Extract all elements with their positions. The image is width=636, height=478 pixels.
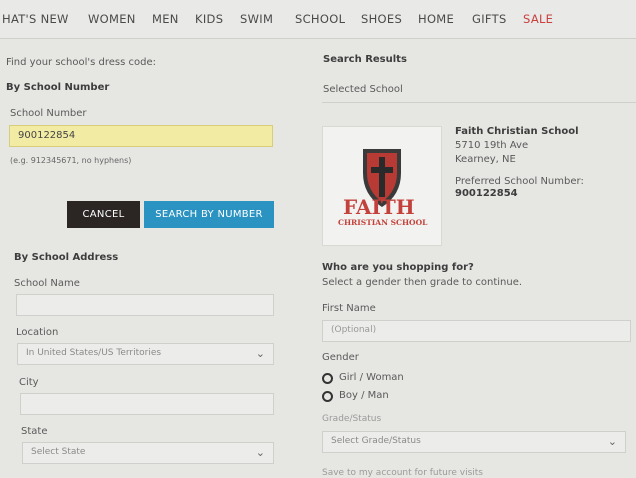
preferred-number-label: Preferred School Number: bbox=[455, 176, 584, 187]
state-value: Select State bbox=[31, 447, 86, 457]
school-number-label: School Number bbox=[10, 108, 87, 119]
school-logo: FAITH CHRISTIAN SCHOOL bbox=[322, 126, 442, 246]
state-select[interactable]: Select State ⌄ bbox=[22, 442, 274, 464]
grade-value: Select Grade/Status bbox=[331, 436, 421, 446]
school-name-label: School Name bbox=[14, 278, 80, 289]
school-number-input[interactable]: 900122854 bbox=[9, 125, 273, 147]
nav-gifts[interactable]: GIFTS bbox=[472, 12, 507, 26]
school-search-form: Find your school's dress code: By School… bbox=[0, 40, 300, 477]
shield-icon bbox=[363, 149, 401, 207]
grade-select[interactable]: Select Grade/Status ⌄ bbox=[322, 431, 626, 453]
divider bbox=[322, 102, 636, 103]
school-address-line1: 5710 19th Ave bbox=[455, 140, 529, 151]
preferred-number-value: 900122854 bbox=[455, 188, 518, 199]
school-name-input[interactable] bbox=[16, 294, 274, 316]
form-heading: Find your school's dress code: bbox=[6, 57, 157, 68]
nav-shoes[interactable]: SHOES bbox=[361, 12, 402, 26]
search-by-number-button[interactable]: SEARCH BY NUMBER bbox=[144, 201, 274, 228]
chevron-down-icon: ⌄ bbox=[255, 347, 265, 360]
gender-option-boy: Boy / Man bbox=[339, 390, 389, 401]
chevron-down-icon: ⌄ bbox=[255, 446, 265, 459]
logo-word: FAITH bbox=[343, 195, 415, 219]
location-select[interactable]: In United States/US Territories ⌄ bbox=[17, 343, 274, 365]
nav-sale[interactable]: SALE bbox=[523, 12, 553, 26]
gender-option-girl: Girl / Woman bbox=[339, 372, 404, 383]
who-shopping-heading: Who are you shopping for? bbox=[322, 262, 474, 273]
location-label: Location bbox=[16, 327, 59, 338]
first-name-label: First Name bbox=[322, 303, 376, 314]
nav-school[interactable]: SCHOOL bbox=[295, 12, 345, 26]
school-number-hint: (e.g. 912345671, no hyphens) bbox=[10, 156, 132, 165]
who-shopping-subtext: Select a gender then grade to continue. bbox=[322, 277, 523, 288]
nav-kids[interactable]: KIDS bbox=[195, 12, 223, 26]
city-input[interactable] bbox=[20, 393, 274, 415]
city-label: City bbox=[19, 377, 39, 388]
nav-whats-new[interactable]: HAT'S NEW bbox=[2, 12, 69, 26]
by-address-heading: By School Address bbox=[14, 252, 119, 263]
selected-school-label: Selected School bbox=[323, 84, 403, 95]
cancel-button[interactable]: CANCEL bbox=[67, 201, 140, 228]
gender-radio-girl[interactable] bbox=[322, 373, 333, 384]
by-number-heading: By School Number bbox=[6, 82, 110, 93]
first-name-input[interactable]: (Optional) bbox=[322, 320, 631, 342]
logo-subtitle: CHRISTIAN SCHOOL bbox=[338, 218, 428, 227]
nav-women[interactable]: WOMEN bbox=[88, 12, 136, 26]
top-navigation: HAT'S NEW WOMEN MEN KIDS SWIM SCHOOL SHO… bbox=[0, 0, 636, 39]
nav-home[interactable]: HOME bbox=[418, 12, 454, 26]
state-label: State bbox=[21, 426, 48, 437]
chevron-down-icon: ⌄ bbox=[607, 435, 617, 448]
gender-radio-boy[interactable] bbox=[322, 391, 333, 402]
gender-label: Gender bbox=[322, 352, 359, 363]
search-results-heading: Search Results bbox=[323, 54, 407, 65]
first-name-placeholder: (Optional) bbox=[331, 325, 377, 335]
school-name: Faith Christian School bbox=[455, 126, 579, 137]
nav-swim[interactable]: SWIM bbox=[240, 12, 273, 26]
school-number-value: 900122854 bbox=[18, 130, 76, 141]
grade-label: Grade/Status bbox=[322, 414, 382, 424]
location-value: In United States/US Territories bbox=[26, 348, 162, 358]
nav-men[interactable]: MEN bbox=[152, 12, 179, 26]
school-address-line2: Kearney, NE bbox=[455, 154, 516, 165]
search-results-panel: Search Results Selected School FAITH CHR… bbox=[300, 40, 636, 478]
